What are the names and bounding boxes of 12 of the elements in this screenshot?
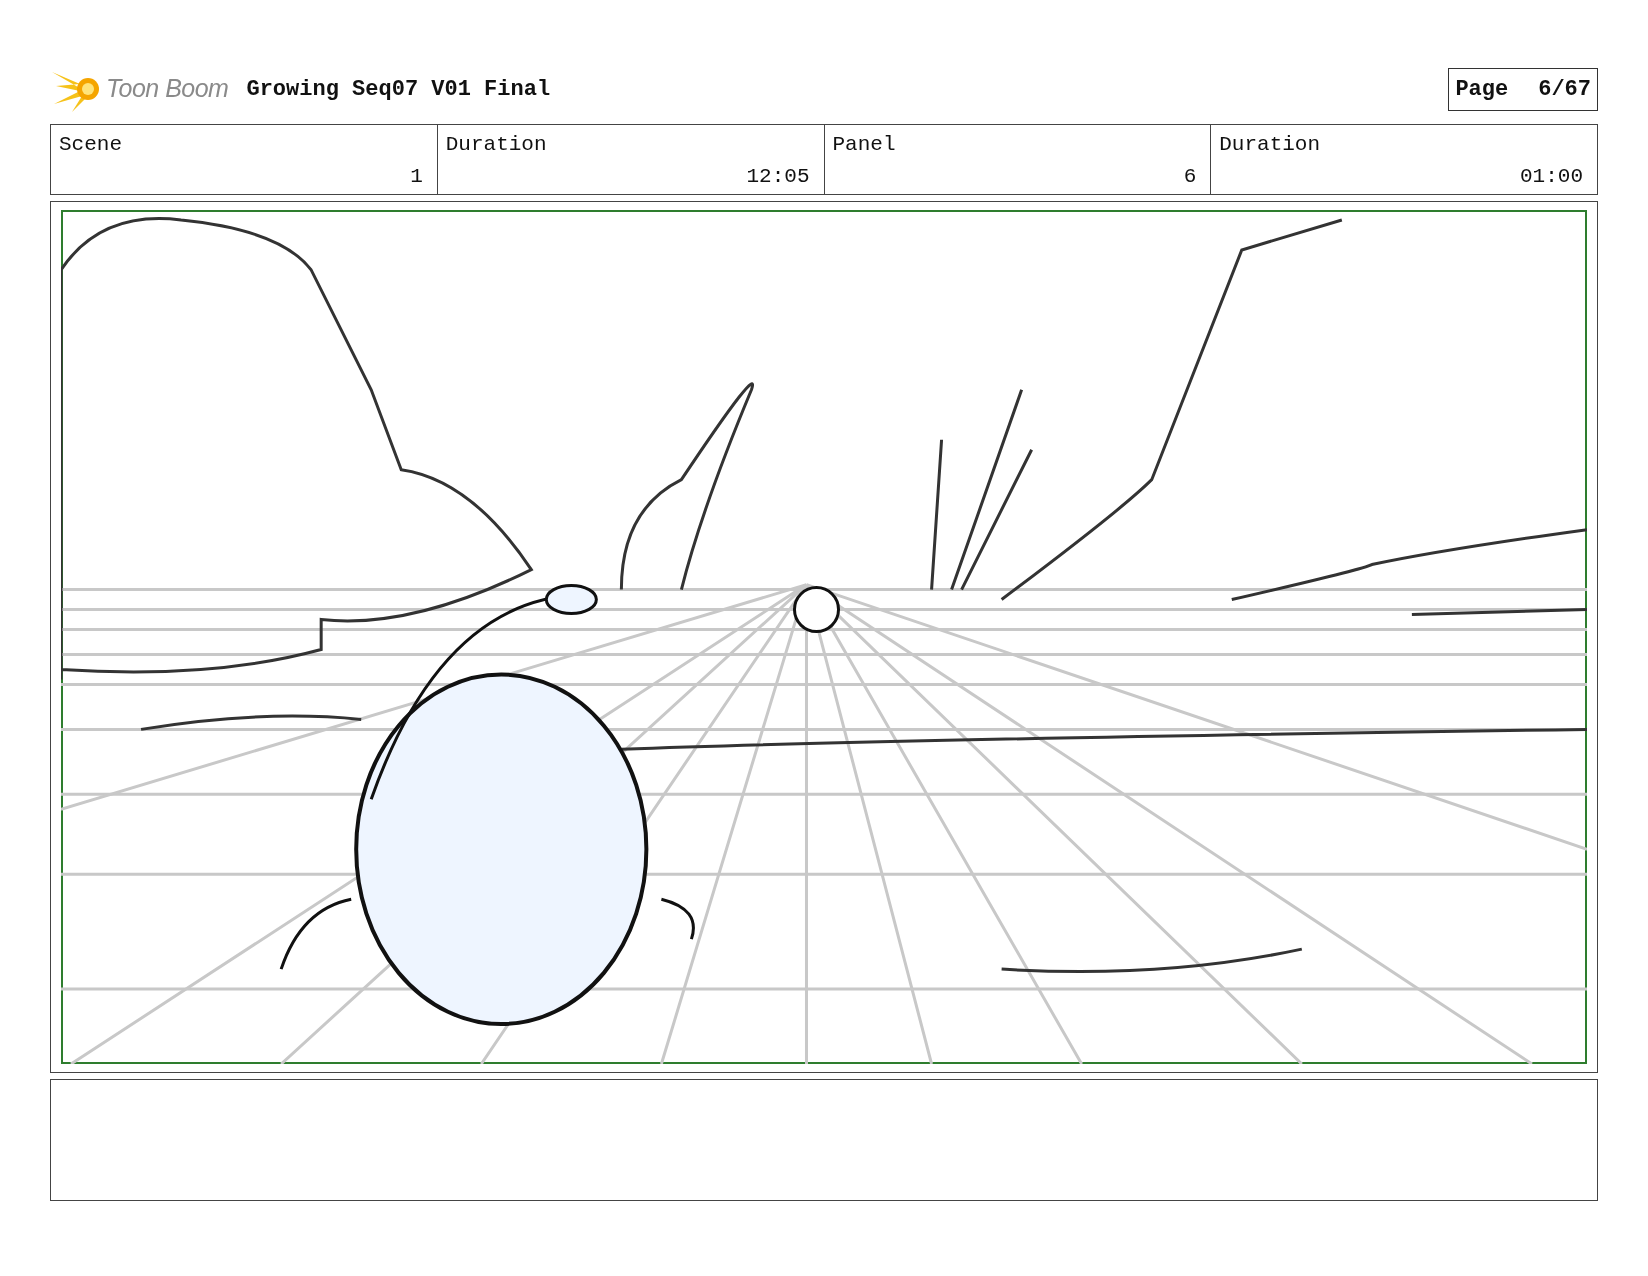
field-value: 6 bbox=[1183, 163, 1197, 190]
field-label: Panel bbox=[832, 132, 897, 158]
logo-text: Toon Boom bbox=[106, 73, 229, 105]
field-label: Duration bbox=[1219, 132, 1322, 158]
page-number: 6/67 bbox=[1538, 75, 1591, 104]
document-title: Growing Seq07 V01 Final bbox=[246, 75, 551, 104]
field-label: Scene bbox=[59, 132, 123, 158]
field-value: 12:05 bbox=[746, 163, 810, 190]
field-label: Duration bbox=[445, 132, 548, 158]
page-label: Page bbox=[1455, 75, 1509, 104]
field-value: 01:00 bbox=[1520, 163, 1583, 190]
field-value: 1 bbox=[410, 163, 423, 190]
